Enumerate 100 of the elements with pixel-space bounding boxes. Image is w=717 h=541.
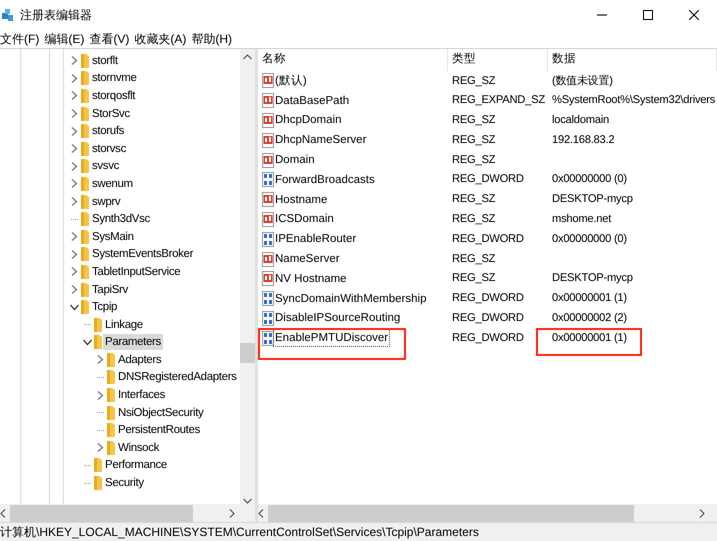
string-value-icon: [262, 132, 274, 148]
scroll-left-icon[interactable]: [258, 508, 264, 518]
tree-item[interactable]: Tcpip: [90, 299, 120, 316]
expand-chevron-icon[interactable]: [70, 232, 78, 242]
scroll-thumb[interactable]: [268, 504, 634, 522]
tree-item[interactable]: Winsock: [116, 440, 162, 456]
value-name[interactable]: (默认): [274, 72, 308, 89]
collapse-chevron-icon[interactable]: [70, 304, 78, 311]
vertical-scrollbar[interactable]: [240, 49, 255, 504]
folder-icon: [80, 282, 90, 298]
menu-item[interactable]: 编辑(E): [44, 31, 90, 47]
expand-chevron-icon[interactable]: [70, 74, 78, 83]
scroll-down-icon[interactable]: [243, 498, 252, 504]
value-data: 192.168.83.2: [552, 132, 614, 148]
expand-chevron-icon[interactable]: [70, 91, 78, 100]
column-header[interactable]: 类型: [448, 49, 548, 71]
expand-chevron-icon[interactable]: [70, 197, 78, 206]
folder-icon: [106, 352, 116, 368]
value-name[interactable]: EnablePMTUDiscover: [274, 330, 390, 346]
folder-icon: [93, 475, 103, 492]
tree-item[interactable]: storvsc: [90, 140, 128, 157]
tree-item[interactable]: SysMain: [90, 228, 136, 245]
scroll-up-icon[interactable]: [243, 54, 252, 60]
expand-chevron-icon[interactable]: [70, 179, 78, 188]
horizontal-scrollbar[interactable]: [0, 504, 255, 522]
value-name[interactable]: DhcpNameServer: [274, 132, 368, 148]
tree-item[interactable]: storufs: [90, 123, 126, 140]
value-name[interactable]: IPEnableRouter: [274, 231, 358, 248]
folder-icon: [80, 246, 90, 262]
tree-item[interactable]: PersistentRoutes: [116, 422, 202, 438]
value-name[interactable]: NV Hostname: [274, 270, 348, 287]
expand-chevron-icon[interactable]: [70, 126, 78, 136]
expand-chevron-icon[interactable]: [70, 109, 78, 118]
value-name[interactable]: Hostname: [274, 192, 328, 208]
collapse-chevron-icon[interactable]: [82, 338, 92, 346]
value-type: REG_SZ: [451, 74, 496, 88]
tree-item[interactable]: swenum: [90, 176, 135, 192]
value-name[interactable]: Domain: [274, 152, 316, 168]
value-name[interactable]: SyncDomainWithMembership: [274, 290, 428, 307]
expand-chevron-icon[interactable]: [70, 250, 78, 259]
tree-item[interactable]: Adapters: [116, 352, 164, 368]
value-name[interactable]: DisableIPSourceRouting: [274, 310, 402, 326]
tree-item[interactable]: stornvme: [90, 70, 138, 86]
scroll-left-icon[interactable]: [0, 508, 6, 518]
tree-item[interactable]: SystemEventsBroker: [90, 246, 196, 262]
status-path: 计算机\HKEY_LOCAL_MACHINE\SYSTEM\CurrentControlSet\Services\Tcpip\Parameters: [0, 524, 479, 541]
folder-icon: [93, 334, 103, 350]
folder-icon: [80, 194, 90, 210]
tree-item[interactable]: storflt: [90, 52, 120, 69]
menu-item[interactable]: 收藏夹(A): [134, 31, 192, 47]
tree-item[interactable]: svsvc: [90, 158, 122, 174]
value-type: REG_EXPAND_SZ: [451, 93, 546, 108]
column-header[interactable]: 名称: [258, 49, 448, 71]
tree-item[interactable]: Interfaces: [116, 387, 167, 404]
binary-value-icon: [262, 291, 274, 306]
tree-item[interactable]: Performance: [103, 457, 169, 474]
expand-chevron-icon[interactable]: [96, 390, 104, 400]
binary-value-icon: [262, 330, 274, 346]
expand-chevron-icon[interactable]: [70, 56, 78, 66]
tree-item[interactable]: TabletInputService: [90, 264, 182, 280]
tree-item[interactable]: storqosflt: [90, 88, 138, 104]
value-name[interactable]: NameServer: [274, 251, 341, 268]
scroll-right-icon[interactable]: [699, 508, 705, 518]
column-header[interactable]: 数据: [548, 49, 717, 71]
value-data: mshome.net: [552, 212, 612, 228]
binary-value-icon: [262, 310, 274, 326]
expand-chevron-icon[interactable]: [70, 162, 78, 171]
tree-item[interactable]: Synth3dVsc: [90, 211, 152, 228]
expand-chevron-icon[interactable]: [70, 144, 78, 154]
value-data: 0x00000002 (2): [552, 311, 627, 326]
folder-icon: [106, 404, 116, 421]
folder-icon: [80, 140, 90, 157]
value-name[interactable]: ICSDomain: [274, 211, 335, 228]
tree-item[interactable]: Parameters: [103, 334, 163, 350]
tree-item[interactable]: Security: [103, 475, 146, 492]
menu-item[interactable]: 文件(F): [0, 31, 44, 47]
expand-chevron-icon[interactable]: [96, 443, 104, 452]
horizontal-scrollbar[interactable]: [258, 504, 717, 522]
expand-chevron-icon[interactable]: [96, 355, 104, 364]
registry-cubes-icon: [0, 7, 16, 23]
tree-item[interactable]: NsiObjectSecurity: [116, 404, 206, 421]
tree-item[interactable]: TapiSrv: [90, 282, 130, 298]
tree-item[interactable]: DNSRegisteredAdapters: [116, 369, 239, 386]
value-name[interactable]: DhcpDomain: [274, 112, 342, 128]
expand-chevron-icon[interactable]: [70, 267, 78, 276]
value-name[interactable]: ForwardBroadcasts: [274, 172, 376, 188]
tree-item[interactable]: Linkage: [103, 316, 145, 333]
scroll-thumb[interactable]: [240, 343, 255, 363]
menu-item[interactable]: 查看(V): [89, 31, 134, 47]
scroll-thumb[interactable]: [10, 504, 193, 522]
folder-icon: [80, 52, 90, 69]
menu-item[interactable]: 帮助(H): [191, 31, 237, 47]
scroll-right-icon[interactable]: [229, 508, 235, 518]
value-name[interactable]: DataBasePath: [274, 92, 350, 109]
value-data: DESKTOP-mycp: [552, 192, 633, 208]
folder-icon: [80, 264, 90, 280]
tree-item[interactable]: swprv: [90, 194, 122, 210]
expand-chevron-icon[interactable]: [70, 285, 78, 294]
value-type: REG_SZ: [451, 252, 496, 267]
tree-item[interactable]: StorSvc: [90, 106, 132, 122]
